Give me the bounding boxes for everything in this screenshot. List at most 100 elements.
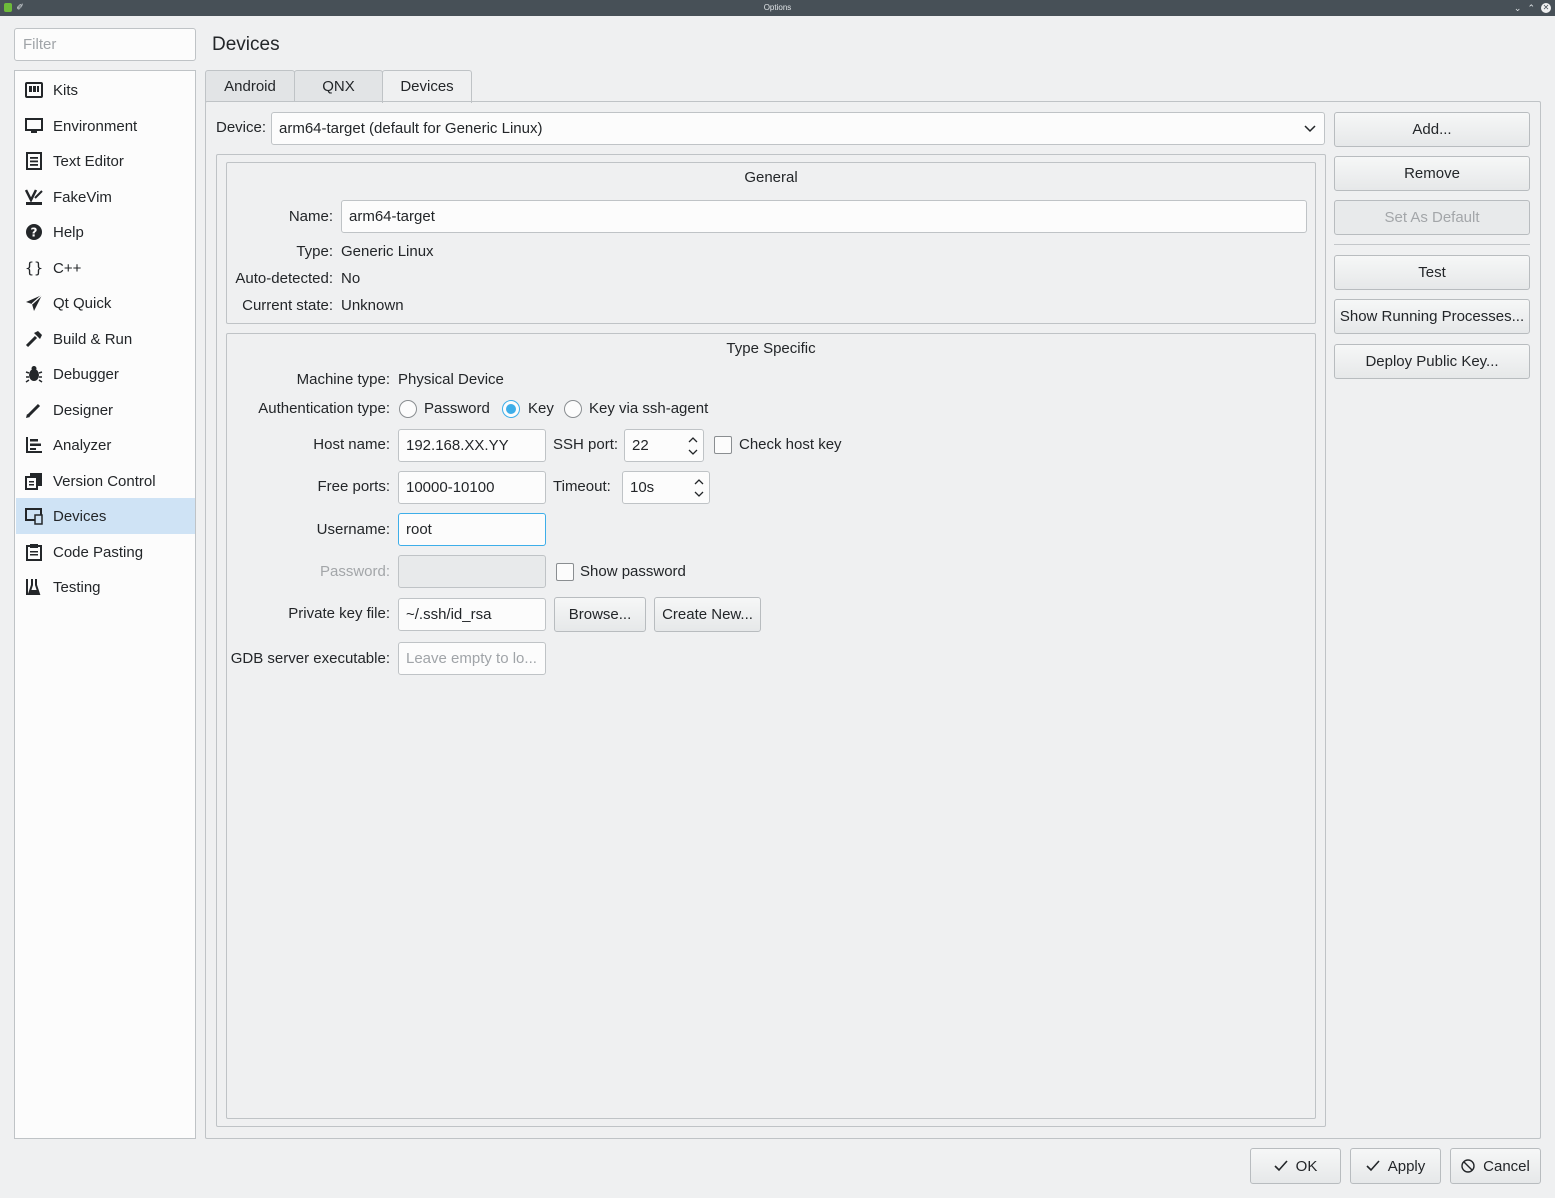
ok-button[interactable]: OK (1250, 1148, 1341, 1184)
version-control-icon (24, 471, 44, 491)
create-new-key-button[interactable]: Create New... (654, 597, 761, 632)
sidebar-item-build-run[interactable]: Build & Run (16, 321, 195, 357)
show-password-label[interactable]: Show password (580, 563, 686, 580)
filter-input[interactable]: Filter (14, 28, 196, 61)
sidebar-item-analyzer[interactable]: Analyzer (16, 427, 195, 463)
sidebar-item-help[interactable]: ? Help (16, 214, 195, 250)
auth-key-radio[interactable] (502, 400, 520, 418)
sidebar-item-label: Qt Quick (53, 294, 112, 312)
page-title: Devices (212, 34, 280, 55)
check-host-key-label[interactable]: Check host key (739, 436, 842, 453)
sidebar-item-devices[interactable]: Devices (16, 498, 195, 534)
test-button[interactable]: Test (1334, 255, 1530, 290)
free-ports-field[interactable]: 10000-10100 (398, 471, 546, 504)
cancel-button-label: Cancel (1483, 1157, 1530, 1175)
private-key-field[interactable]: ~/.ssh/id_rsa (398, 598, 546, 631)
current-state-value: Unknown (341, 297, 404, 314)
sidebar-item-designer[interactable]: Designer (16, 392, 195, 428)
sidebar-item-text-editor[interactable]: Text Editor (16, 143, 195, 179)
timeout-spinbox[interactable]: 10s (622, 471, 710, 504)
sidebar-item-label: Kits (53, 81, 79, 99)
close-icon[interactable]: ✕ (1541, 3, 1551, 13)
machine-type-label: Machine type: (296, 371, 390, 388)
sidebar-item-label: Devices (53, 507, 107, 525)
gdb-server-field[interactable]: Leave empty to lo... (398, 642, 546, 675)
auth-type-label: Authentication type: (258, 400, 390, 417)
ssh-port-label: SSH port: (553, 436, 619, 453)
show-password-checkbox[interactable] (556, 563, 574, 581)
sidebar-item-kits[interactable]: Kits (16, 72, 195, 108)
device-label: Device: (216, 119, 267, 136)
spin-arrows-icon[interactable] (687, 434, 699, 458)
browse-button[interactable]: Browse... (554, 597, 646, 632)
app-icon (4, 3, 12, 12)
auth-key-label[interactable]: Key (528, 400, 554, 417)
sidebar-item-label: FakeVim (53, 188, 112, 206)
tab-android[interactable]: Android (205, 70, 295, 102)
sidebar: Kits Environment Text Editor FakeVim ? H… (14, 70, 196, 1139)
timeout-label: Timeout: (553, 478, 611, 495)
apply-button[interactable]: Apply (1350, 1148, 1441, 1184)
tab-devices[interactable]: Devices (382, 70, 472, 103)
spin-arrows-icon[interactable] (693, 476, 705, 500)
sidebar-item-debugger[interactable]: Debugger (16, 356, 195, 392)
password-field[interactable] (398, 555, 546, 588)
name-field[interactable]: arm64-target (341, 200, 1307, 233)
maximize-icon[interactable]: ⌃ (1527, 0, 1535, 16)
sidebar-item-label: Version Control (53, 472, 156, 490)
current-state-label: Current state: (242, 297, 333, 314)
free-ports-label: Free ports: (317, 478, 390, 495)
username-field[interactable]: root (398, 513, 546, 546)
svg-text:?: ? (31, 226, 38, 240)
sidebar-item-label: C++ (53, 259, 82, 277)
host-name-field[interactable]: 192.168.XX.YY (398, 429, 546, 462)
flask-icon (24, 577, 44, 597)
sidebar-item-label: Environment (53, 117, 138, 135)
device-combobox[interactable]: arm64-target (default for Generic Linux) (271, 112, 1325, 145)
set-as-default-button[interactable]: Set As Default (1334, 200, 1530, 235)
minimize-icon[interactable]: ⌄ (1514, 0, 1522, 16)
check-host-key-checkbox[interactable] (714, 436, 732, 454)
deploy-public-key-button[interactable]: Deploy Public Key... (1334, 344, 1530, 379)
window-controls: ⌄ ⌃ ✕ (1514, 0, 1551, 16)
name-label: Name: (288, 208, 333, 225)
sidebar-item-qt-quick[interactable]: Qt Quick (16, 285, 195, 321)
ssh-port-value: 22 (632, 437, 649, 454)
sidebar-item-fakevim[interactable]: FakeVim (16, 179, 195, 215)
paper-plane-icon (24, 293, 44, 313)
kits-icon (24, 80, 44, 100)
auth-ssh-agent-label[interactable]: Key via ssh-agent (589, 400, 708, 417)
braces-icon: {} (24, 259, 44, 277)
clipboard-icon (24, 542, 44, 562)
ok-button-label: OK (1295, 1157, 1318, 1175)
auth-password-label[interactable]: Password (424, 400, 490, 417)
sidebar-item-testing[interactable]: Testing (16, 569, 195, 605)
help-icon: ? (24, 222, 44, 242)
sidebar-item-code-pasting[interactable]: Code Pasting (16, 534, 195, 570)
pencil-icon (24, 400, 44, 420)
bug-icon (24, 364, 44, 384)
add-button[interactable]: Add... (1334, 112, 1530, 147)
button-separator (1334, 244, 1530, 245)
tab-qnx[interactable]: QNX (294, 70, 383, 102)
auth-ssh-agent-radio[interactable] (564, 400, 582, 418)
sidebar-item-label: Code Pasting (53, 543, 144, 561)
password-label: Password: (319, 563, 390, 580)
cancel-button[interactable]: Cancel (1450, 1148, 1541, 1184)
pin-icon[interactable]: ✐ (16, 3, 24, 12)
sidebar-item-version-control[interactable]: Version Control (16, 463, 195, 499)
apply-button-label: Apply (1387, 1157, 1426, 1175)
sidebar-item-label: Text Editor (53, 152, 124, 170)
sidebar-item-cpp[interactable]: {} C++ (16, 250, 195, 286)
hammer-icon (24, 329, 44, 349)
check-icon (1366, 1160, 1380, 1172)
remove-button[interactable]: Remove (1334, 156, 1530, 191)
show-running-processes-button[interactable]: Show Running Processes... (1334, 299, 1530, 334)
timeout-value: 10s (630, 479, 655, 496)
auth-password-radio[interactable] (399, 400, 417, 418)
sidebar-item-environment[interactable]: Environment (16, 108, 195, 144)
ssh-port-spinbox[interactable]: 22 (624, 429, 704, 462)
fakevim-icon (24, 187, 44, 207)
gdb-server-label: GDB server executable: (230, 650, 390, 667)
devices-icon (24, 506, 44, 526)
